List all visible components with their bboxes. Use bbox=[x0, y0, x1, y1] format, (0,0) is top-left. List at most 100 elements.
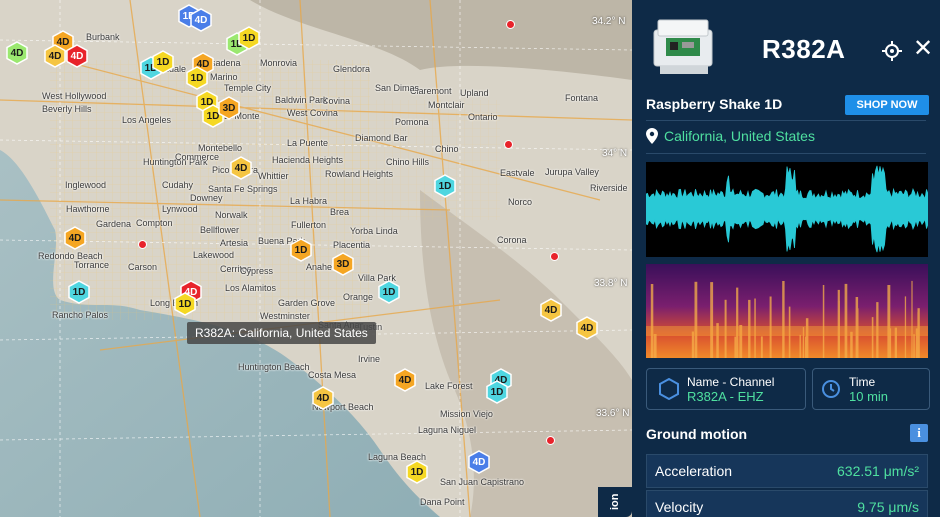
place-label: Eastvale bbox=[500, 168, 535, 178]
station-marker[interactable]: 4D bbox=[312, 386, 334, 410]
place-label: Beverly Hills bbox=[42, 104, 92, 114]
place-label: Rancho Palos bbox=[52, 310, 109, 320]
station-marker-label: 1D bbox=[410, 466, 424, 478]
place-label: Costa Mesa bbox=[308, 370, 357, 380]
place-label: Hawthorne bbox=[66, 204, 110, 214]
station-marker[interactable]: 4D bbox=[394, 368, 416, 392]
station-marker[interactable]: 1D bbox=[434, 174, 456, 198]
place-label: Gardena bbox=[96, 219, 132, 229]
station-marker[interactable]: 3D bbox=[332, 252, 354, 276]
place-label: Ontario bbox=[468, 112, 498, 122]
place-label: Montclair bbox=[428, 100, 465, 110]
place-label: Lake Forest bbox=[425, 381, 473, 391]
place-label: San Dimas bbox=[375, 83, 420, 93]
place-label: Chino Hills bbox=[386, 157, 430, 167]
place-label: West Covina bbox=[287, 108, 338, 118]
place-label: Baldwin Park bbox=[275, 95, 328, 105]
place-label: Huntington Beach bbox=[238, 362, 310, 372]
station-marker-label: 4D bbox=[580, 322, 594, 334]
velocity-row: Velocity 9.75 μm/s bbox=[646, 490, 928, 517]
place-label: Diamond Bar bbox=[355, 133, 408, 143]
station-marker[interactable]: 4D bbox=[6, 41, 28, 65]
station-marker-label: 1D bbox=[294, 244, 308, 256]
station-marker-label: 4D bbox=[194, 14, 208, 26]
place-label: Brea bbox=[330, 207, 350, 217]
station-marker-label: 1D bbox=[382, 286, 396, 298]
place-label: Laguna Niguel bbox=[418, 425, 477, 435]
place-label: La Puente bbox=[287, 138, 329, 148]
station-panel: R382A ✕ Raspberry Shake 1D SHOP NOW Cali… bbox=[632, 0, 940, 517]
device-image bbox=[653, 19, 713, 74]
clock-icon bbox=[822, 380, 840, 398]
place-label: Redondo Beach bbox=[38, 251, 103, 261]
station-marker-label: 4D bbox=[10, 47, 24, 59]
station-marker[interactable]: 4D bbox=[190, 8, 212, 32]
place-label: Lakewood bbox=[193, 250, 235, 260]
place-label: Irvine bbox=[358, 354, 381, 364]
station-marker[interactable]: 1D bbox=[406, 460, 428, 484]
info-icon[interactable]: i bbox=[910, 424, 928, 442]
station-marker[interactable]: 1D bbox=[238, 26, 260, 50]
earthquake-marker[interactable] bbox=[546, 436, 555, 445]
station-marker[interactable]: 4D bbox=[468, 450, 490, 474]
device-model: Raspberry Shake 1D bbox=[646, 96, 783, 112]
channel-label: Name - Channel bbox=[687, 374, 775, 389]
station-marker-label: 1D bbox=[490, 386, 504, 398]
station-marker[interactable]: 1D bbox=[174, 292, 196, 316]
station-marker[interactable]: 1D bbox=[290, 238, 312, 262]
station-marker[interactable]: 1D bbox=[486, 380, 508, 404]
place-label: Fontana bbox=[565, 93, 599, 103]
place-label: Norwalk bbox=[215, 210, 248, 220]
earthquake-marker[interactable] bbox=[550, 252, 559, 261]
place-label: Santa Fe Springs bbox=[208, 184, 278, 194]
close-icon[interactable]: ✕ bbox=[912, 37, 934, 61]
station-marker[interactable]: 3D bbox=[218, 96, 240, 120]
place-label: Torrance bbox=[74, 260, 110, 270]
place-label: Cypress bbox=[240, 266, 274, 276]
place-label: Commerce bbox=[175, 152, 220, 162]
place-label: La Habra bbox=[290, 196, 328, 206]
station-marker[interactable]: 4D bbox=[540, 298, 562, 322]
station-marker[interactable]: 1D bbox=[186, 66, 208, 90]
velocity-label: Velocity bbox=[655, 499, 704, 515]
place-label: Hacienda Heights bbox=[272, 155, 344, 165]
place-label: West Hollywood bbox=[42, 91, 107, 101]
channel-box: Name - Channel R382A - EHZ bbox=[646, 368, 806, 410]
station-marker[interactable]: 4D bbox=[66, 44, 88, 68]
place-label: Glendora bbox=[333, 64, 371, 74]
earthquake-marker[interactable] bbox=[138, 240, 147, 249]
place-label: Rowland Heights bbox=[325, 169, 394, 179]
time-label: Time bbox=[849, 374, 876, 389]
side-tab[interactable]: ion bbox=[598, 487, 632, 517]
station-marker-label: 1D bbox=[156, 56, 170, 68]
place-label: Whittier bbox=[258, 171, 289, 181]
earthquake-marker[interactable] bbox=[504, 140, 513, 149]
waveform-plot bbox=[646, 162, 928, 257]
place-label: Los Alamitos bbox=[225, 283, 277, 293]
station-marker-label: 1D bbox=[242, 32, 256, 44]
station-marker[interactable]: 1D bbox=[152, 50, 174, 74]
place-label: Garden Grove bbox=[278, 298, 336, 308]
station-marker[interactable]: 1D bbox=[68, 280, 90, 304]
locate-icon[interactable] bbox=[881, 40, 903, 62]
station-marker[interactable]: 4D bbox=[576, 316, 598, 340]
place-label: Lynwood bbox=[162, 204, 198, 214]
place-label: Dana Point bbox=[420, 497, 465, 507]
station-marker[interactable]: 1D bbox=[378, 280, 400, 304]
place-label: Westminster bbox=[260, 311, 310, 321]
time-box: Time 10 min bbox=[812, 368, 930, 410]
station-marker[interactable]: 4D bbox=[64, 226, 86, 250]
channel-value: R382A - EHZ bbox=[687, 388, 764, 404]
place-label: Jurupa Valley bbox=[545, 167, 599, 177]
station-marker[interactable]: 4D bbox=[44, 44, 66, 68]
map-view[interactable]: 34.2° N 34° N 33.8° N 33.6° N Burbank Gle… bbox=[0, 0, 632, 517]
divider bbox=[646, 120, 926, 121]
place-label: Inglewood bbox=[65, 180, 107, 190]
station-marker-label: 4D bbox=[70, 50, 84, 62]
earthquake-marker[interactable] bbox=[506, 20, 515, 29]
shop-now-button[interactable]: SHOP NOW bbox=[845, 95, 929, 115]
station-marker[interactable]: 4D bbox=[230, 156, 252, 180]
place-label: Placentia bbox=[333, 240, 371, 250]
hexagon-icon bbox=[659, 378, 679, 400]
place-label: Mission Viejo bbox=[440, 409, 493, 419]
